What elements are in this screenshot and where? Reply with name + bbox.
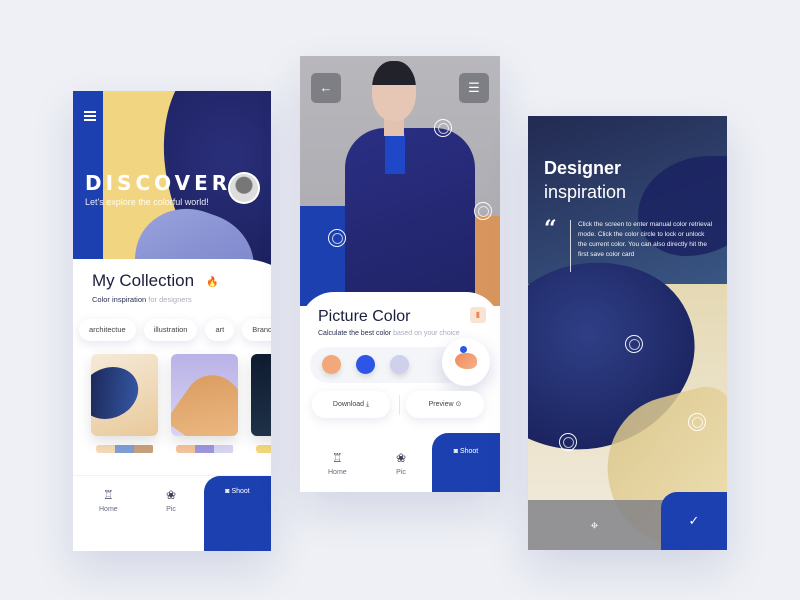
chip-illustration[interactable]: illustration xyxy=(143,319,198,341)
instruction-text: Click the screen to enter manual color r… xyxy=(578,221,713,258)
collection-card[interactable] xyxy=(251,354,271,453)
pic-lotus-icon: ❀ xyxy=(166,488,177,502)
preview-icon: ⊙ xyxy=(455,401,462,408)
tab-pic-label: Pic xyxy=(166,506,176,513)
collection-cards xyxy=(91,354,271,453)
bottom-tab-bar: ♖ Home ❀ Pic ◙ Shoot xyxy=(300,433,500,492)
picture-color-title: Picture Color xyxy=(318,308,411,325)
download-button[interactable]: Download ⤓ xyxy=(312,391,390,418)
inspiration-heading: inspiration xyxy=(544,182,627,202)
picture-color-subtitle-main: Calculate the best color xyxy=(318,330,392,337)
crosshair-icon: ⌖ xyxy=(590,517,599,533)
quote-icon: “ xyxy=(544,216,557,242)
designer-inspiration-screen[interactable]: Designer inspiration “ Click the screen … xyxy=(528,116,727,550)
menu-button[interactable]: ☰ xyxy=(459,73,489,103)
palette-color xyxy=(95,445,115,453)
tab-home[interactable]: ♖ Home xyxy=(328,451,347,476)
flame-icon: 🔥 xyxy=(206,277,219,288)
designer-heading: Designer xyxy=(544,158,622,178)
bottom-tab-bar: ♖ Home ❀ Pic ◙ Shoot xyxy=(73,475,271,551)
palette-button[interactable] xyxy=(442,338,490,386)
arrow-left-icon: ← xyxy=(319,80,333,95)
card-palette xyxy=(255,445,271,453)
card-image xyxy=(171,354,238,436)
color-picker-circle[interactable] xyxy=(559,433,577,451)
color-picker-circle[interactable] xyxy=(434,119,452,137)
tab-pic[interactable]: ❀ Pic xyxy=(396,451,406,476)
category-chips: architectue illustration art Branding xyxy=(79,319,271,341)
camera-icon: ◙ xyxy=(453,448,458,455)
target-button[interactable]: ⌖ xyxy=(528,500,661,550)
chip-branding[interactable]: Branding xyxy=(242,319,271,341)
collection-subtitle-light: for designers xyxy=(148,295,192,304)
tab-pic[interactable]: ❀ Pic xyxy=(166,488,176,513)
color-swatch[interactable] xyxy=(322,355,341,374)
collection-title: My Collection xyxy=(92,271,195,290)
preview-button[interactable]: Preview ⊙ xyxy=(406,391,484,418)
discover-subtitle: Let's explore the colorful world! xyxy=(85,197,209,207)
picture-color-screen: ← ☰ Picture Color ▮ Calculate the best c… xyxy=(300,56,500,492)
color-swatch[interactable] xyxy=(356,355,375,374)
camera-icon: ◙ xyxy=(225,488,230,495)
tab-home[interactable]: ♖ Home xyxy=(99,488,118,513)
download-icon: ⤓ xyxy=(365,401,370,408)
palette-color xyxy=(214,445,234,453)
card-image xyxy=(251,354,271,436)
collection-subtitle-main: Color inspiration xyxy=(92,295,147,304)
collection-card[interactable] xyxy=(91,354,158,453)
avatar-photo xyxy=(230,174,258,202)
card-palette xyxy=(95,445,154,453)
card-palette xyxy=(175,445,234,453)
collection-card[interactable] xyxy=(171,354,238,453)
palette-color xyxy=(134,445,154,453)
discover-screen: DISCOVER Let's explore the colorful worl… xyxy=(73,91,271,551)
bottom-action-bar: ⌖ ✓ xyxy=(528,492,727,550)
back-button[interactable]: ← xyxy=(311,73,341,103)
palette-dot xyxy=(460,346,467,353)
color-picker-circle[interactable] xyxy=(625,335,643,353)
avatar[interactable] xyxy=(228,172,260,204)
confirm-button[interactable]: ✓ xyxy=(661,492,727,550)
picture-color-subtitle: Calculate the best color based on your c… xyxy=(318,330,460,337)
photo-head xyxy=(372,61,416,121)
quote-divider xyxy=(570,220,571,272)
photo-coat xyxy=(345,128,475,306)
tab-shoot[interactable]: ◙ Shoot xyxy=(204,476,271,551)
collection-subtitle: Color inspiration for designers xyxy=(92,295,192,304)
picture-color-subtitle-light: based on your choice xyxy=(393,330,460,337)
color-picker-circle[interactable] xyxy=(688,413,706,431)
tab-home-label: Home xyxy=(99,506,118,513)
palette-color xyxy=(194,445,215,453)
hamburger-menu-icon[interactable] xyxy=(84,111,96,121)
tab-shoot-label: Shoot xyxy=(231,488,250,495)
home-tower-icon: ♖ xyxy=(102,488,114,502)
tab-shoot[interactable]: ◙ Shoot xyxy=(432,433,500,492)
palette-color xyxy=(175,445,195,453)
home-tower-icon: ♖ xyxy=(331,451,343,465)
tab-pic-label: Pic xyxy=(396,469,406,476)
color-picker-circle[interactable] xyxy=(474,202,492,220)
palette-color xyxy=(255,445,271,453)
pic-lotus-icon: ❀ xyxy=(396,451,407,465)
color-picker-circle[interactable] xyxy=(328,229,346,247)
tab-home-label: Home xyxy=(328,469,347,476)
chip-architecture[interactable]: architectue xyxy=(79,319,136,341)
palette-color xyxy=(114,445,135,453)
chip-art[interactable]: art xyxy=(205,319,235,341)
card-image xyxy=(91,354,158,436)
bookmark-icon[interactable]: ▮ xyxy=(470,307,486,323)
button-divider xyxy=(399,395,400,415)
hamburger-menu-icon: ☰ xyxy=(468,80,480,95)
palette-icon xyxy=(455,353,477,369)
check-icon: ✓ xyxy=(688,513,700,528)
tab-shoot-label: Shoot xyxy=(459,448,479,455)
preview-label: Preview xyxy=(428,401,454,408)
color-swatch[interactable] xyxy=(390,355,409,374)
discover-title: DISCOVER xyxy=(85,171,232,195)
download-label: Download xyxy=(332,401,365,408)
photo-inner-top xyxy=(385,134,405,174)
